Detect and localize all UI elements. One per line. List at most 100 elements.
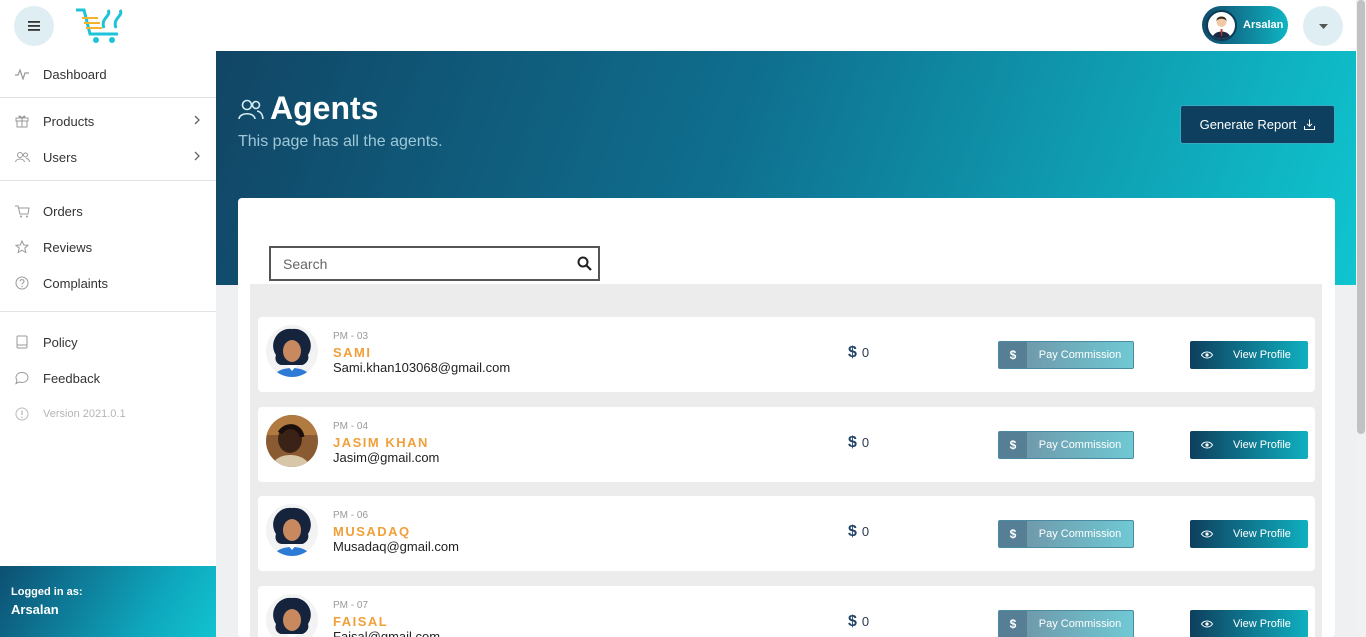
agent-email: Jasim@gmail.com xyxy=(333,450,440,465)
view-profile-button[interactable]: View Profile xyxy=(1190,341,1308,369)
sidebar-item-label: Reviews xyxy=(43,239,93,255)
currency-symbol: $ xyxy=(848,344,857,361)
sidebar-item-label: Users xyxy=(43,149,77,165)
agent-row: PM - 03 SAMI Sami.khan103068@gmail.com $… xyxy=(258,317,1315,392)
sidebar-item-label: Complaints xyxy=(43,275,109,291)
nav-group-operations: Orders Reviews Complaints xyxy=(0,181,216,312)
sidebar-item-version: Version 2021.0.1 xyxy=(0,396,216,432)
sidebar: Dashboard Products Users Orders Reviews … xyxy=(0,51,216,637)
page-title: Agents xyxy=(238,90,378,127)
sidebar-item-feedback[interactable]: Feedback xyxy=(0,360,216,396)
eye-icon xyxy=(1190,341,1224,369)
agent-email: Faisal@gmail.com xyxy=(333,629,441,637)
generate-report-label: Generate Report xyxy=(1199,117,1297,132)
dollar-icon: $ xyxy=(999,611,1027,637)
eye-icon xyxy=(1190,610,1224,637)
view-profile-label: View Profile xyxy=(1233,618,1291,630)
scrollbar-thumb[interactable] xyxy=(1357,0,1365,434)
view-profile-button[interactable]: View Profile xyxy=(1190,520,1308,548)
dollar-icon: $ xyxy=(999,432,1027,458)
book-icon xyxy=(14,334,30,350)
view-profile-button[interactable]: View Profile xyxy=(1190,610,1308,637)
pay-commission-label: Pay Commission xyxy=(1038,349,1122,361)
sidebar-item-users[interactable]: Users xyxy=(0,139,216,175)
sidebar-item-policy[interactable]: Policy xyxy=(0,324,216,360)
view-profile-label: View Profile xyxy=(1233,439,1291,451)
pay-commission-label: Pay Commission xyxy=(1038,439,1122,451)
logged-in-label: Logged in as: xyxy=(11,586,83,598)
sidebar-item-orders[interactable]: Orders xyxy=(0,193,216,229)
commission-amount: 0 xyxy=(861,524,870,539)
user-name: Arsalan xyxy=(1243,19,1284,31)
agent-name[interactable]: JASIM KHAN xyxy=(333,435,429,450)
search-input[interactable] xyxy=(271,248,561,279)
pay-commission-label: Pay Commission xyxy=(1038,618,1122,630)
hamburger-menu-button[interactable] xyxy=(14,6,54,46)
agent-code: PM - 06 xyxy=(333,510,369,521)
view-profile-label: View Profile xyxy=(1233,349,1291,361)
eye-icon xyxy=(1190,431,1224,459)
question-icon xyxy=(14,275,30,291)
sidebar-item-label: Feedback xyxy=(43,370,101,386)
pay-commission-button[interactable]: $ Pay Commission xyxy=(998,610,1134,637)
sidebar-item-products[interactable]: Products xyxy=(0,103,216,139)
commission-amount: 0 xyxy=(861,614,870,629)
pay-commission-button[interactable]: $ Pay Commission xyxy=(998,431,1134,459)
info-icon xyxy=(14,406,30,422)
agent-code: PM - 03 xyxy=(333,331,369,342)
generate-report-button[interactable]: Generate Report xyxy=(1180,105,1335,144)
nav-group-main: Dashboard xyxy=(0,51,216,98)
agent-name[interactable]: SAMI xyxy=(333,345,372,360)
dollar-icon: $ xyxy=(999,521,1027,547)
sidebar-item-complaints[interactable]: Complaints xyxy=(0,265,216,301)
agent-name[interactable]: MUSADAQ xyxy=(333,524,411,539)
chat-icon xyxy=(14,370,30,386)
agent-email: Musadaq@gmail.com xyxy=(333,539,459,554)
agent-avatar xyxy=(266,504,318,556)
sidebar-item-label: Dashboard xyxy=(43,66,107,82)
currency-symbol: $ xyxy=(848,434,857,451)
eye-icon xyxy=(1190,520,1224,548)
user-avatar xyxy=(1206,9,1237,41)
agent-commission: $0 xyxy=(848,613,869,631)
dollar-icon: $ xyxy=(999,342,1027,368)
star-icon xyxy=(14,239,30,255)
pay-commission-label: Pay Commission xyxy=(1038,528,1122,540)
agent-commission: $0 xyxy=(848,434,869,452)
nav-group-info: Policy Feedback Version 2021.0.1 xyxy=(0,312,216,437)
users-icon xyxy=(14,149,30,165)
agent-row: PM - 04 JASIM KHAN Jasim@gmail.com $0 $ P… xyxy=(258,407,1315,482)
logged-in-user: Arsalan xyxy=(11,602,59,617)
account-dropdown-button[interactable] xyxy=(1303,6,1343,46)
pay-commission-button[interactable]: $ Pay Commission xyxy=(998,520,1134,548)
page-title-text: Agents xyxy=(270,90,379,126)
pay-commission-button[interactable]: $ Pay Commission xyxy=(998,341,1134,369)
agent-code: PM - 04 xyxy=(333,421,369,432)
brand-logo[interactable] xyxy=(72,4,134,46)
caret-down-icon xyxy=(1318,23,1328,29)
agent-email: Sami.khan103068@gmail.com xyxy=(333,360,511,375)
agent-avatar xyxy=(266,325,318,377)
agent-commission: $0 xyxy=(848,344,869,362)
commission-amount: 0 xyxy=(861,435,870,450)
user-menu[interactable]: Arsalan xyxy=(1202,6,1288,44)
agent-code: PM - 07 xyxy=(333,600,369,611)
search-icon[interactable] xyxy=(577,256,592,271)
view-profile-button[interactable]: View Profile xyxy=(1190,431,1308,459)
agent-name[interactable]: FAISAL xyxy=(333,614,388,629)
agent-row: PM - 06 MUSADAQ Musadaq@gmail.com $0 $ Pa… xyxy=(258,496,1315,571)
download-icon xyxy=(1304,119,1316,130)
version-label: Version 2021.0.1 xyxy=(43,408,126,420)
cart-icon xyxy=(14,203,30,219)
gift-icon xyxy=(14,113,30,129)
sidebar-item-dashboard[interactable]: Dashboard xyxy=(0,56,216,92)
pulse-icon xyxy=(14,66,30,82)
agent-avatar xyxy=(266,415,318,467)
hamburger-icon xyxy=(28,21,40,31)
sidebar-item-reviews[interactable]: Reviews xyxy=(0,229,216,265)
agent-commission: $0 xyxy=(848,523,869,541)
nav-group-catalog: Products Users xyxy=(0,98,216,181)
logged-in-panel: Logged in as: Arsalan xyxy=(0,566,216,637)
page-scrollbar[interactable] xyxy=(1356,0,1366,637)
chevron-right-icon xyxy=(194,115,200,125)
